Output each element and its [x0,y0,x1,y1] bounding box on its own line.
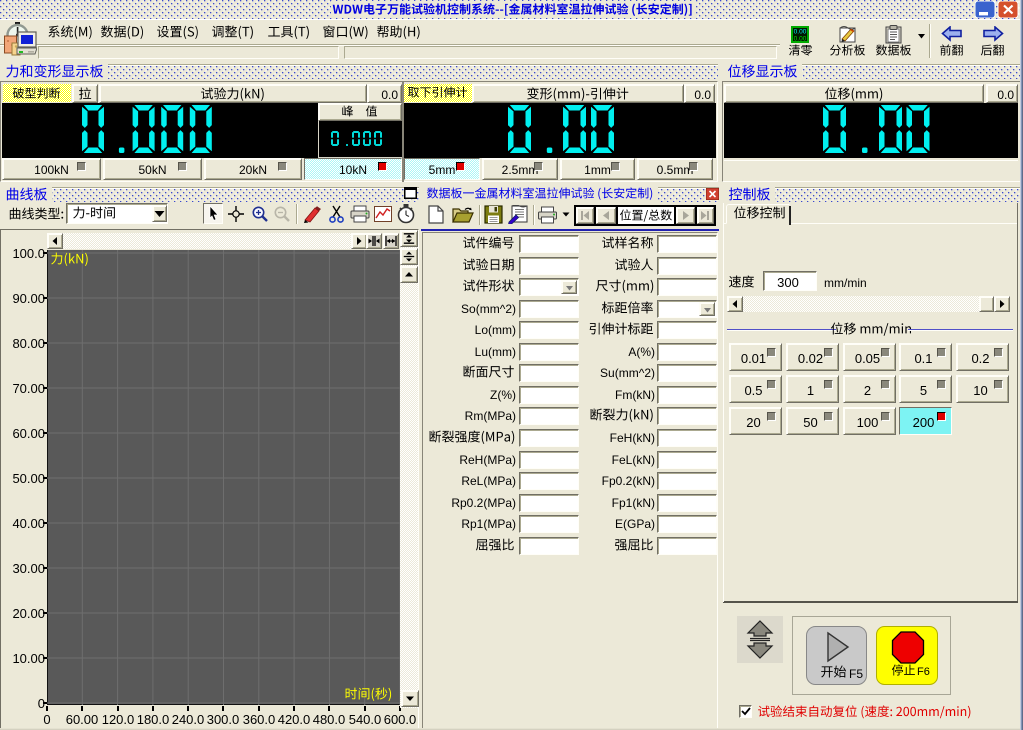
svg-text:0.00: 0.00 [794,29,807,36]
svg-text:0.00: 0.00 [794,36,807,43]
